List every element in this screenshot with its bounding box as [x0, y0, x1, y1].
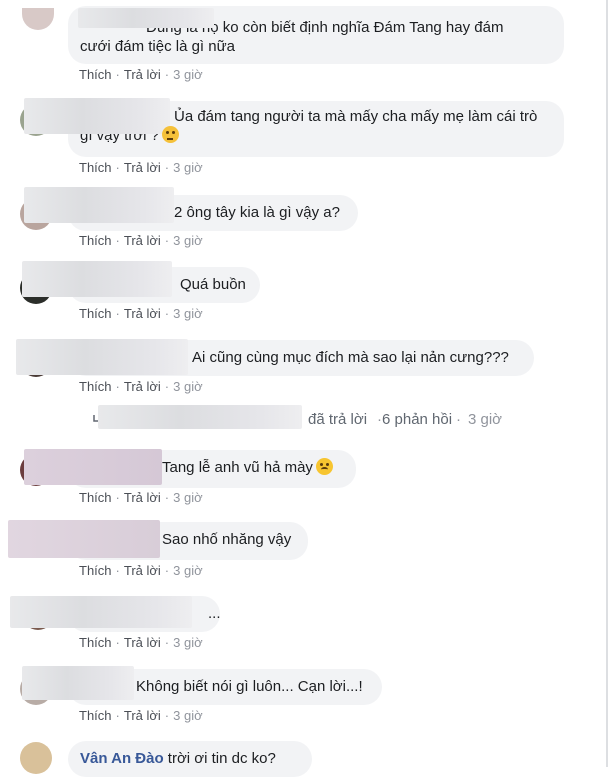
comment-actions: Thích · Trả lời · 3 giờ — [79, 160, 203, 175]
redacted-author-name — [98, 405, 302, 429]
comment-text: Tang lễ anh vũ hả mày — [162, 459, 313, 476]
reply-link[interactable]: Trả lời — [124, 306, 161, 321]
comment-actions: Thích · Trả lời · 3 giờ — [79, 708, 203, 723]
comment-bubble: Không biết nói gì luôn... Cạn lời...! — [22, 666, 382, 705]
like-link[interactable]: Thích — [79, 379, 112, 394]
like-link[interactable]: Thích — [79, 708, 112, 723]
like-link[interactable]: Thích — [79, 490, 112, 505]
reply-link[interactable]: Trả lời — [124, 233, 161, 248]
replied-label: đã trả lời — [308, 411, 368, 428]
comment-bubble: Đúng là họ ko còn biết định nghĩa Đám Ta… — [68, 6, 564, 64]
replies-count[interactable]: 6 phản hồi — [382, 411, 452, 428]
comment-bubble: 2 ông tây kia là gì vậy a? — [24, 187, 358, 231]
comment-actions: Thích · Trả lời · 3 giờ — [79, 490, 203, 505]
comment-time[interactable]: 3 giờ — [173, 635, 203, 650]
comment-time[interactable]: 3 giờ — [173, 233, 203, 248]
sad-emoji — [315, 458, 333, 475]
like-link[interactable]: Thích — [79, 160, 112, 175]
comment-bubble: Quá buồn — [22, 261, 260, 303]
redacted-author-name — [24, 187, 174, 223]
comment-bubble: ... — [10, 596, 221, 632]
redacted-author-name — [10, 596, 192, 628]
comment-actions: Thích · Trả lời · 3 giờ — [79, 635, 203, 650]
replies-time: 3 giờ — [468, 411, 503, 428]
like-link[interactable]: Thích — [79, 306, 112, 321]
reply-link[interactable]: Trả lời — [124, 708, 161, 723]
redacted-author-name — [22, 666, 134, 700]
redacted-author-name — [78, 8, 214, 28]
reply-link[interactable]: Trả lời — [124, 379, 161, 394]
like-link[interactable]: Thích — [79, 563, 112, 578]
comment-bubble: Sao nhố nhăng vậy — [8, 520, 308, 560]
comment-actions: Thích · Trả lời · 3 giờ — [79, 379, 203, 394]
reply-link[interactable]: Trả lời — [124, 563, 161, 578]
comment-actions: Thích · Trả lời · 3 giờ — [79, 67, 203, 82]
comment-actions: Thích · Trả lời · 3 giờ — [79, 563, 203, 578]
reply-link[interactable]: Trả lời — [124, 635, 161, 650]
redacted-author-name — [24, 98, 170, 134]
comment-time[interactable]: 3 giờ — [173, 490, 203, 505]
comment-bubble: Ủa đám tang người ta mà mấy cha mấy mẹ l… — [24, 98, 564, 157]
comment-time[interactable]: 3 giờ — [173, 563, 203, 578]
reply-link[interactable]: Trả lời — [124, 490, 161, 505]
comment-author-name[interactable]: Vân An Đào — [80, 750, 164, 767]
comment-time[interactable]: 3 giờ — [173, 306, 203, 321]
avatar[interactable] — [20, 742, 52, 774]
like-link[interactable]: Thích — [79, 635, 112, 650]
like-link[interactable]: Thích — [79, 233, 112, 248]
reply-link[interactable]: Trả lời — [124, 67, 161, 82]
comment-bubble: Tang lễ anh vũ hả mày — [24, 449, 356, 488]
comment-bubble: Vân An Đào trời ơi tin dc ko? — [68, 741, 312, 777]
comment-time[interactable]: 3 giờ — [173, 708, 203, 723]
reply-link[interactable]: Trả lời — [124, 160, 161, 175]
comment-actions: Thích · Trả lời · 3 giờ — [79, 306, 203, 321]
redacted-author-name — [24, 449, 162, 485]
comment-text-continued: cưới đám tiệc là gì nữa — [80, 38, 235, 55]
comment-time[interactable]: 3 giờ — [173, 160, 203, 175]
comment-time[interactable]: 3 giờ — [173, 379, 203, 394]
comment-actions: Thích · Trả lời · 3 giờ — [79, 233, 203, 248]
rolling-eyes-emoji — [162, 126, 180, 143]
redacted-author-name — [8, 520, 160, 558]
redacted-author-name — [22, 261, 172, 297]
comment-bubble: Ai cũng cùng mục đích mà sao lại nản cưn… — [16, 339, 534, 376]
like-link[interactable]: Thích — [79, 67, 112, 82]
comment-time[interactable]: 3 giờ — [173, 67, 203, 82]
avatar[interactable] — [22, 8, 54, 30]
redacted-author-name — [16, 339, 188, 375]
comment-text: trời ơi tin dc ko? — [167, 750, 276, 767]
